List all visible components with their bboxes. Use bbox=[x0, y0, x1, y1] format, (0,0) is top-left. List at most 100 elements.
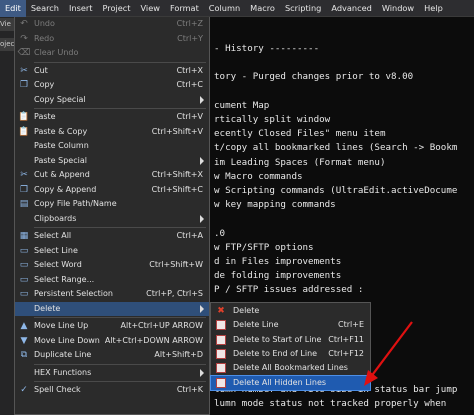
left-panel-strip bbox=[0, 17, 14, 415]
menu-item-spell-check[interactable]: ✓ Spell Check Ctrl+K bbox=[15, 383, 209, 397]
menu-item-label: Copy Special bbox=[34, 94, 86, 104]
submenu-item-label: Delete bbox=[233, 306, 260, 315]
menu-item-shortcut: Alt+Ctrl+DOWN ARROW bbox=[104, 335, 203, 345]
menu-item-paste[interactable]: 📋 Paste Ctrl+V bbox=[15, 110, 209, 124]
delete-hidden-icon-shape bbox=[216, 377, 226, 388]
menu-item-shortcut: Ctrl+C bbox=[176, 80, 203, 89]
menu-item-shortcut: Ctrl+Y bbox=[177, 33, 203, 43]
submenu-item-delete-to-start-of-line[interactable]: Delete to Start of Line Ctrl+F11 bbox=[211, 333, 370, 347]
menu-item-label: HEX Functions bbox=[34, 367, 92, 377]
submenu-item-delete[interactable]: ✖ Delete bbox=[211, 304, 370, 318]
submenu-item-delete-to-end-of-line[interactable]: Delete to End of Line Ctrl+F12 bbox=[211, 347, 370, 361]
editor-line: ecently Closed Files" menu item bbox=[214, 128, 386, 140]
menu-item-label: Cut bbox=[34, 65, 48, 75]
menu-item-shortcut: Alt+Ctrl+UP ARROW bbox=[120, 321, 204, 330]
menu-item-select-line[interactable]: ▭ Select Line bbox=[15, 244, 209, 258]
menu-item-clipboards[interactable]: Clipboards bbox=[15, 212, 209, 226]
menu-item-label: Select Range... bbox=[34, 274, 95, 284]
menu-item-shortcut: Ctrl+P, Ctrl+S bbox=[146, 289, 203, 298]
menu-item-paste-column[interactable]: Paste Column bbox=[15, 139, 209, 153]
delete-bookmarked-icon bbox=[215, 362, 227, 374]
menu-item-select-range[interactable]: ▭ Select Range... bbox=[15, 273, 209, 287]
menu-item-label: Duplicate Line bbox=[34, 350, 92, 359]
editor-line: P / SFTP issues addressed : bbox=[214, 284, 364, 296]
menu-item-persistent-selection[interactable]: ▭ Persistent Selection Ctrl+P, Ctrl+S bbox=[15, 287, 209, 301]
spell-check-icon: ✓ bbox=[20, 385, 28, 395]
menu-item-shortcut: Ctrl+Z bbox=[176, 19, 203, 28]
menubar-item-column[interactable]: Column bbox=[204, 0, 245, 17]
left-tab-project[interactable]: oject bbox=[0, 38, 14, 51]
menu-separator bbox=[34, 381, 206, 382]
menubar-item-edit[interactable]: Edit bbox=[0, 0, 26, 17]
menu-item-move-line-down[interactable]: ▼ Move Line Down Alt+Ctrl+DOWN ARROW bbox=[15, 334, 209, 348]
menubar-item-project[interactable]: Project bbox=[97, 0, 135, 17]
menu-item-copy-append[interactable]: ❐ Copy & Append Ctrl+Shift+C bbox=[15, 183, 209, 197]
copy-append-icon: ❐ bbox=[19, 184, 29, 195]
menu-item-select-word[interactable]: ▭ Select Word Ctrl+Shift+W bbox=[15, 258, 209, 272]
menu-item-move-line-up[interactable]: ▲ Move Line Up Alt+Ctrl+UP ARROW bbox=[15, 319, 209, 333]
submenu-arrow-icon bbox=[200, 368, 204, 377]
editor-line: de folding improvements bbox=[214, 270, 342, 282]
editor-line: rtically split window bbox=[214, 114, 331, 125]
menu-item-copy-file-path-name[interactable]: ▤ Copy File Path/Name bbox=[15, 197, 209, 211]
menu-item-shortcut: Ctrl+V bbox=[176, 112, 203, 121]
menu-item-paste-copy[interactable]: 📋 Paste & Copy Ctrl+Shift+V bbox=[15, 125, 209, 139]
submenu-item-delete-all-hidden-lines[interactable]: Delete All Hidden Lines bbox=[210, 374, 371, 391]
cut-append-icon: ✂ bbox=[20, 170, 28, 180]
menu-item-hex-functions[interactable]: HEX Functions bbox=[15, 366, 209, 380]
move-down-icon: ▼ bbox=[20, 335, 28, 346]
delete-start-icon-shape bbox=[216, 334, 226, 345]
menu-item-shortcut: Ctrl+Shift+X bbox=[151, 170, 203, 179]
menu-item-select-all[interactable]: ▦ Select All Ctrl+A bbox=[15, 229, 209, 243]
menu-item-label: Select Word bbox=[34, 260, 82, 269]
submenu-item-delete-line[interactable]: Delete Line Ctrl+E bbox=[211, 318, 370, 332]
editor-line: d in Files improvements bbox=[214, 256, 342, 267]
copy-icon: ❐ bbox=[19, 80, 29, 90]
undo-icon: ↶ bbox=[20, 19, 28, 29]
select-range-icon: ▭ bbox=[19, 274, 29, 285]
menu-separator bbox=[34, 61, 206, 63]
submenu-arrow-icon bbox=[200, 214, 204, 223]
menu-item-undo[interactable]: ↶ Undo Ctrl+Z bbox=[15, 17, 209, 31]
menu-item-paste-special[interactable]: Paste Special bbox=[15, 154, 209, 168]
menubar-item-scripting[interactable]: Scripting bbox=[280, 0, 326, 17]
select-line-icon: ▭ bbox=[19, 245, 29, 256]
submenu-item-label: Delete Line bbox=[233, 320, 279, 330]
menu-separator bbox=[34, 317, 206, 318]
menu-item-copy[interactable]: ❐ Copy Ctrl+C bbox=[15, 78, 209, 92]
delete-start-icon bbox=[215, 334, 227, 346]
menu-item-label: Redo bbox=[34, 33, 55, 43]
menubar-item-format[interactable]: Format bbox=[165, 0, 204, 17]
delete-end-icon-shape bbox=[216, 348, 226, 359]
edit-menu: ↶ Undo Ctrl+Z ↷ Redo Ctrl+Y ⌫ Clear Undo ✂ Cut Ctr… bbox=[14, 17, 210, 415]
menubar-item-window[interactable]: Window bbox=[377, 0, 419, 17]
delete-line-icon-shape bbox=[216, 320, 226, 331]
menu-item-copy-special[interactable]: Copy Special bbox=[15, 93, 209, 107]
menubar-item-view[interactable]: View bbox=[136, 0, 165, 17]
submenu-arrow-icon bbox=[200, 95, 204, 104]
delete-line-icon bbox=[215, 319, 227, 331]
menu-separator bbox=[34, 363, 206, 365]
menu-item-redo[interactable]: ↷ Redo Ctrl+Y bbox=[15, 32, 209, 46]
menubar-item-insert[interactable]: Insert bbox=[64, 0, 97, 17]
menu-item-clear-undo[interactable]: ⌫ Clear Undo bbox=[15, 46, 209, 60]
left-tab-view[interactable]: Vie bbox=[0, 18, 14, 31]
menubar-item-advanced[interactable]: Advanced bbox=[326, 0, 376, 17]
menubar-item-macro[interactable]: Macro bbox=[245, 0, 280, 17]
menu-item-label: Paste bbox=[34, 112, 56, 121]
menu-item-delete[interactable]: Delete bbox=[15, 301, 209, 316]
move-up-icon: ▲ bbox=[20, 321, 28, 331]
editor-line: lumn mode status not tracked properly wh… bbox=[214, 398, 447, 409]
submenu-item-label: Delete to Start of Line bbox=[233, 334, 322, 344]
submenu-item-label: Delete to End of Line bbox=[233, 348, 318, 358]
menu-item-cut-append[interactable]: ✂ Cut & Append Ctrl+Shift+X bbox=[15, 168, 209, 182]
menu-item-label: Move Line Down bbox=[34, 335, 100, 345]
menu-item-duplicate-line[interactable]: ⧉ Duplicate Line Alt+Shift+D bbox=[15, 348, 209, 362]
menu-item-label: Copy & Append bbox=[34, 184, 97, 194]
menubar-item-search[interactable]: Search bbox=[26, 0, 64, 17]
menubar-item-help[interactable]: Help bbox=[419, 0, 448, 17]
menu-item-shortcut: Ctrl+Shift+C bbox=[151, 184, 203, 194]
submenu-item-delete-all-bookmarked-lines[interactable]: Delete All Bookmarked Lines bbox=[211, 361, 370, 375]
menu-item-label: Persistent Selection bbox=[34, 289, 113, 298]
menu-item-cut[interactable]: ✂ Cut Ctrl+X bbox=[15, 64, 209, 78]
